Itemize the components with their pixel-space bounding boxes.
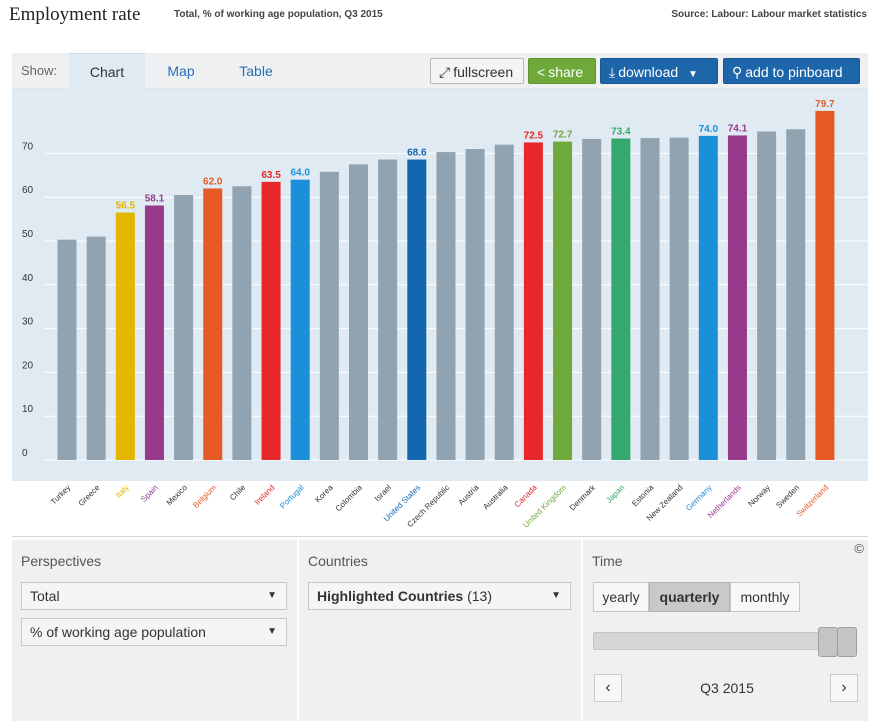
- unit-select-value: % of working age population: [30, 624, 206, 640]
- y-tick-label: 50: [22, 229, 34, 240]
- x-tick-label: Belgium: [191, 483, 218, 510]
- previous-period-button[interactable]: ‹: [594, 674, 622, 702]
- bar[interactable]: [144, 205, 164, 460]
- data-label: 56.5: [116, 201, 136, 212]
- bar[interactable]: [611, 138, 631, 460]
- x-tick-label: Canada: [513, 483, 540, 510]
- y-tick-label: 30: [22, 317, 34, 328]
- time-slider-handle-start[interactable]: [818, 627, 838, 657]
- countries-panel: Countries Highlighted Countries (13) ▼: [299, 540, 581, 721]
- x-tick-label: Estonia: [630, 483, 656, 509]
- unit-select[interactable]: % of working age population ▼: [21, 618, 287, 646]
- countries-select[interactable]: Highlighted Countries (13) ▼: [308, 582, 571, 610]
- bar[interactable]: [815, 110, 835, 460]
- chevron-down-icon: ▼: [267, 626, 277, 637]
- countries-title: Countries: [308, 553, 368, 569]
- divider: [12, 536, 868, 537]
- time-slider-track[interactable]: [593, 632, 851, 650]
- data-label: 68.6: [407, 148, 427, 159]
- x-tick-label: Ireland: [253, 483, 277, 507]
- bar[interactable]: [786, 129, 806, 460]
- x-tick-label: Germany: [684, 483, 714, 513]
- bar[interactable]: [203, 188, 223, 460]
- y-tick-label: 10: [22, 404, 34, 415]
- data-label: 63.5: [261, 170, 281, 181]
- time-slider-handle-end[interactable]: [837, 627, 857, 657]
- data-label: 73.4: [611, 127, 631, 138]
- bar[interactable]: [465, 149, 485, 460]
- perspective-select-value: Total: [30, 588, 60, 604]
- bar[interactable]: [494, 144, 514, 460]
- bar[interactable]: [57, 239, 77, 460]
- x-tick-label: Denmark: [568, 482, 598, 512]
- x-tick-label: Sweden: [774, 483, 801, 510]
- x-tick-label: Korea: [313, 483, 335, 505]
- data-label: 72.7: [553, 130, 573, 141]
- data-label: 74.0: [699, 124, 719, 135]
- time-option-yearly[interactable]: yearly: [593, 582, 649, 612]
- chevron-down-icon: ▼: [267, 590, 277, 601]
- x-tick-label: Colombia: [334, 483, 365, 514]
- data-label: 58.1: [145, 194, 165, 205]
- y-tick-label: 40: [22, 273, 34, 284]
- bar[interactable]: [640, 138, 660, 460]
- bar[interactable]: [232, 186, 252, 460]
- y-tick-label: 70: [22, 141, 34, 152]
- bar[interactable]: [349, 164, 368, 460]
- countries-select-count: (13): [467, 588, 493, 604]
- bar[interactable]: [523, 142, 543, 460]
- bar[interactable]: [115, 212, 135, 460]
- bar[interactable]: [319, 171, 339, 460]
- bar[interactable]: [261, 181, 281, 460]
- x-tick-label: Japan: [604, 483, 626, 505]
- copyright-icon: ©: [854, 541, 864, 556]
- y-tick-label: 60: [22, 185, 34, 196]
- x-tick-label: Chile: [228, 483, 248, 503]
- countries-select-label: Highlighted Countries: [317, 588, 464, 604]
- x-tick-label: Israel: [373, 483, 393, 503]
- bar[interactable]: [698, 135, 718, 460]
- time-title: Time: [592, 553, 623, 569]
- perspective-select[interactable]: Total ▼: [21, 582, 287, 610]
- data-label: 64.0: [290, 168, 310, 179]
- data-label: 79.7: [815, 99, 835, 110]
- current-period: Q3 2015: [700, 680, 754, 696]
- bar[interactable]: [86, 236, 106, 460]
- x-tick-label: Spain: [139, 483, 160, 504]
- x-tick-label: Austria: [457, 483, 481, 507]
- time-option-quarterly[interactable]: quarterly: [649, 582, 730, 612]
- y-tick-label: 0: [22, 448, 28, 459]
- bar[interactable]: [378, 159, 398, 461]
- data-label: 72.5: [524, 130, 544, 141]
- employment-bar-chart: 0 10 20 30 40 50 60 70 Turkey Greece 56.5 Italy 58.1…: [22, 99, 868, 530]
- y-tick-label: 20: [22, 360, 34, 371]
- bar[interactable]: [669, 137, 689, 460]
- bar[interactable]: [407, 159, 427, 461]
- next-period-button[interactable]: ›: [830, 674, 858, 702]
- x-tick-label: Italy: [114, 483, 131, 500]
- bar[interactable]: [757, 131, 777, 461]
- time-panel: Time © yearly quarterly monthly ‹ Q3 201…: [583, 540, 868, 721]
- x-tick-label: Australia: [481, 483, 510, 512]
- data-label: 74.1: [728, 123, 748, 134]
- x-tick-label: Turkey: [49, 483, 72, 506]
- x-tick-label: Portugal: [278, 483, 306, 511]
- bar[interactable]: [174, 195, 194, 460]
- x-tick-label: Greece: [77, 483, 102, 508]
- bar[interactable]: [436, 152, 456, 460]
- perspectives-panel: Perspectives Total ▼ % of working age po…: [12, 540, 297, 721]
- bar[interactable]: [582, 138, 602, 461]
- x-tick-label: Mexico: [165, 483, 190, 508]
- bar[interactable]: [290, 179, 310, 460]
- bar[interactable]: [727, 135, 747, 460]
- chevron-down-icon: ▼: [551, 590, 561, 601]
- perspectives-title: Perspectives: [21, 553, 102, 569]
- data-label: 62.0: [203, 176, 223, 187]
- x-tick-label: Norway: [746, 483, 772, 509]
- bar[interactable]: [553, 141, 573, 460]
- time-option-monthly[interactable]: monthly: [730, 582, 800, 612]
